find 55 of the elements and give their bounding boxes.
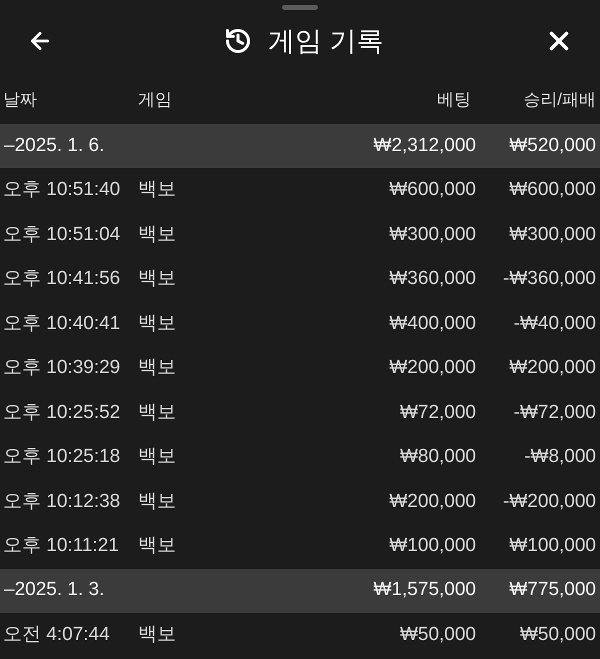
sheet-title: 게임 기록 (268, 24, 384, 58)
bet-cell-text: ₩72,000 (400, 400, 476, 424)
result-cell: -₩8,000 (524, 446, 596, 467)
result-cell: -₩72,000 (514, 402, 596, 422)
time-cell: 오후 10:25:18 (3, 446, 120, 467)
history-icon (224, 27, 252, 55)
column-header: 게임 (138, 90, 172, 110)
result-cell: ₩100,000 (509, 535, 596, 556)
group-bet-total: ₩2,312,000 (374, 134, 476, 158)
group-result-total: ₩775,000 (509, 579, 596, 600)
result-cell: -₩200,000 (503, 490, 596, 512)
bet-cell-text: ₩400,000 (389, 312, 476, 336)
date-group-header[interactable]: –2025. 1. 3. ₩1,575,000 ₩775,000 (0, 568, 600, 612)
column-header: 승리/패배 (523, 90, 596, 110)
game-cell: 백보 (138, 624, 176, 644)
game-cell: 백보 (138, 179, 176, 200)
time-cell: 오후 10:12:38 (3, 490, 120, 512)
game-cell: 백보 (138, 490, 176, 512)
bet-cell-text: ₩50,000 (400, 622, 476, 646)
bet-cell-text: ₩200,000 (389, 356, 476, 380)
bet-cell-text: ₩360,000 (389, 267, 476, 291)
result-cell: ₩600,000 (509, 179, 596, 200)
time-cell: 오후 10:51:40 (3, 179, 120, 200)
result-cell: -₩360,000 (503, 268, 596, 289)
game-cell: 백보 (138, 357, 176, 378)
time-cell: 오후 10:25:52 (3, 402, 120, 422)
bet-cell-text: ₩200,000 (389, 490, 476, 514)
game-cell: 백보 (138, 446, 176, 467)
result-cell: ₩300,000 (509, 224, 596, 244)
result-cell: ₩50,000 (520, 624, 596, 644)
group-date: –2025. 1. 3. (4, 579, 104, 600)
bet-cell-text: ₩600,000 (389, 178, 476, 202)
game-cell: 백보 (138, 312, 176, 334)
column-header: 베팅 (437, 90, 471, 110)
result-cell: ₩200,000 (509, 357, 596, 378)
bet-cell-text: ₩300,000 (389, 222, 476, 246)
bet-cell-text: ₩80,000 (400, 445, 476, 469)
time-cell: 오후 10:11:21 (3, 535, 119, 556)
game-cell: 백보 (138, 535, 176, 556)
time-cell: 오후 10:40:41 (3, 312, 120, 334)
game-cell: 백보 (138, 224, 176, 244)
group-date: –2025. 1. 6. (4, 134, 104, 156)
group-result-total: ₩520,000 (509, 134, 596, 156)
time-cell: 오전 4:07:44 (3, 624, 110, 644)
date-group-header[interactable]: –2025. 1. 6. ₩2,312,000 ₩520,000 (0, 124, 600, 168)
bet-cell-text: ₩100,000 (389, 534, 476, 558)
game-cell: 백보 (138, 402, 176, 422)
time-cell: 오후 10:41:56 (3, 268, 120, 289)
time-cell: 오후 10:39:29 (3, 357, 120, 378)
group-bet-total: ₩1,575,000 (374, 578, 476, 602)
time-cell: 오후 10:51:04 (3, 224, 120, 244)
column-header: 날짜 (3, 90, 37, 110)
drag-handle[interactable] (282, 5, 318, 10)
result-cell: -₩40,000 (514, 312, 596, 334)
game-cell: 백보 (138, 268, 176, 289)
